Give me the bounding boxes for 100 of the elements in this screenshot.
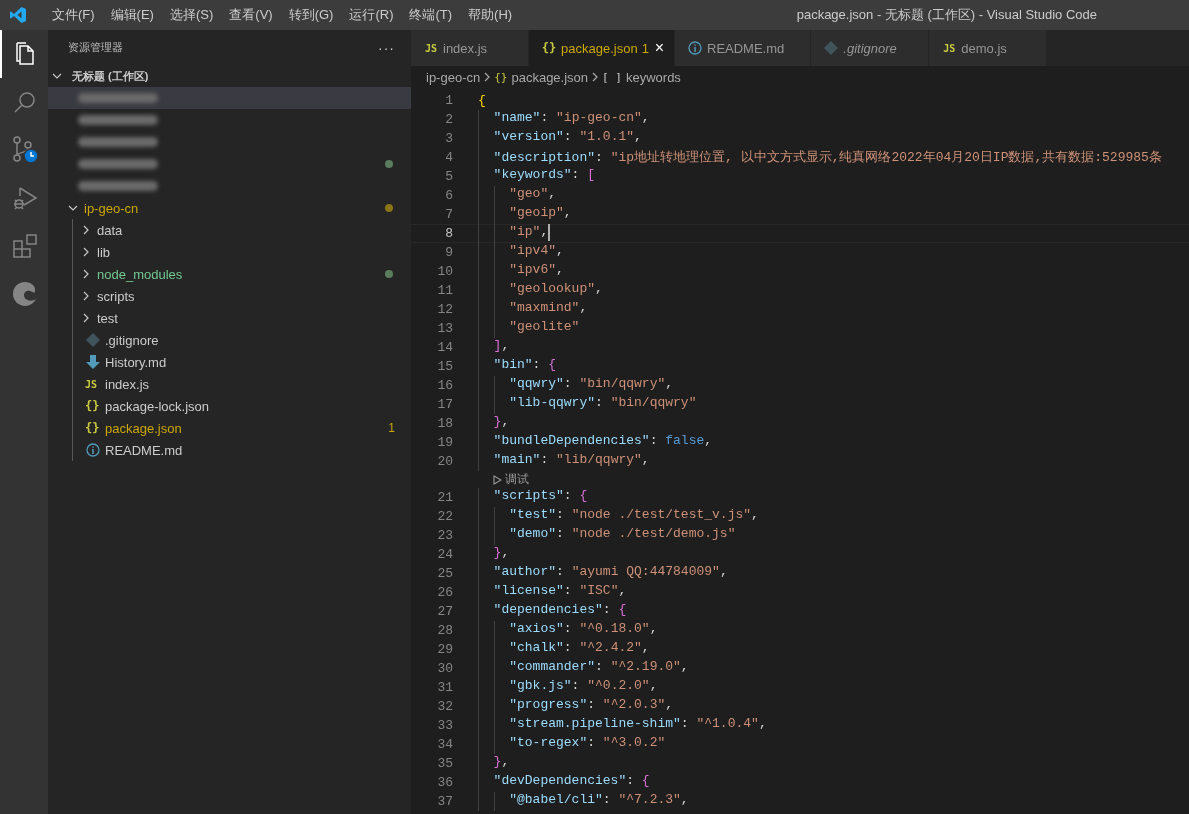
tree-row[interactable]: data <box>73 219 411 241</box>
code-line: "author": "ayumi QQ:44784009", <box>493 564 728 581</box>
line-number: 12 <box>436 302 453 317</box>
json-file-icon: {} <box>541 41 557 55</box>
more-actions-button[interactable]: ··· <box>378 39 395 56</box>
code-line: "license": "ISC", <box>493 583 627 600</box>
line-number: 34 <box>436 737 453 752</box>
line-number: 35 <box>436 756 453 771</box>
line-number: 16 <box>436 378 453 393</box>
js-file-icon: JS <box>85 378 101 390</box>
search-icon <box>13 90 37 114</box>
menu-item[interactable]: 选择(S) <box>161 6 222 24</box>
menu-item[interactable]: 终端(T) <box>401 6 461 24</box>
code-line: "test": "node ./test/test_v.js", <box>509 507 759 524</box>
file-name: History.md <box>105 354 167 370</box>
line-number: 32 <box>436 699 453 714</box>
code-line: "stream.pipeline-shim": "^1.0.4", <box>509 716 767 733</box>
down-arrow-icon <box>86 355 100 369</box>
line-number: 18 <box>436 416 453 431</box>
code-line: "geolite" <box>509 319 580 336</box>
line-number: 20 <box>436 454 453 469</box>
line-number: 8 <box>444 226 453 241</box>
editor-tab[interactable]: {} package.json 1 × <box>529 30 675 66</box>
code-line: "gbk.js": "^0.2.0", <box>509 678 658 695</box>
editor-tab[interactable]: JS index.js <box>411 30 529 66</box>
code-line: "commander": "^2.19.0", <box>509 659 689 676</box>
codelens-link[interactable]: 调试 <box>505 471 529 488</box>
code-line: "geolookup", <box>509 281 603 298</box>
code-line: "scripts": { <box>493 488 588 505</box>
line-number: 17 <box>436 397 453 412</box>
tree-row[interactable]: node_modules <box>73 263 411 285</box>
info-icon <box>86 443 100 457</box>
breadcrumb-item[interactable]: {} package.json <box>494 69 589 85</box>
line-number: 3 <box>444 131 453 146</box>
tree-row[interactable]: JS index.js <box>73 373 411 395</box>
code-line: "geoip", <box>509 205 572 222</box>
line-number: 36 <box>436 775 453 790</box>
js-file-icon: JS <box>941 42 958 54</box>
line-number: 37 <box>436 794 453 809</box>
line-number: 26 <box>436 585 453 600</box>
editor-tab[interactable]: JS demo.js <box>929 30 1048 66</box>
line-number: 10 <box>436 264 453 279</box>
breadcrumb-item[interactable]: ip-geo-cn <box>426 69 481 85</box>
tree-row[interactable]: {} package-lock.json <box>73 395 411 417</box>
file-name: package-lock.json <box>105 398 210 414</box>
tree-row[interactable]: ip-geo-cn <box>48 197 411 219</box>
tree-row[interactable]: lib <box>73 241 411 263</box>
line-number: 1 <box>444 93 453 108</box>
line-number: 5 <box>444 169 453 184</box>
line-number: 30 <box>436 661 453 676</box>
line-number: 2 <box>444 112 453 127</box>
line-number: 19 <box>436 435 453 450</box>
close-icon[interactable]: × <box>654 39 664 57</box>
tree-row[interactable]: History.md <box>73 351 411 373</box>
code-line: "lib-qqwry": "bin/qqwry" <box>509 395 697 412</box>
code-line: "bundleDependencies": false, <box>493 433 713 450</box>
code-line: "axios": "^0.18.0", <box>509 621 658 638</box>
code-line: "geo", <box>509 186 556 203</box>
run-debug-icon <box>12 185 38 211</box>
code-line: "ip", <box>509 224 549 241</box>
folder-name: lib <box>97 244 110 260</box>
edge-icon <box>12 281 38 307</box>
editor-tab[interactable]: README.md <box>675 30 812 66</box>
tree-row[interactable]: test <box>73 307 411 329</box>
folder-name: scripts <box>97 288 135 304</box>
menu-item[interactable]: 查看(V) <box>221 6 281 24</box>
code-line: "main": "lib/qqwry", <box>493 452 650 469</box>
line-number: 11 <box>436 283 453 298</box>
menu-item[interactable]: 运行(R) <box>341 6 402 24</box>
breadcrumb-item[interactable]: [ ] keywords <box>602 69 681 85</box>
tree-row[interactable]: scripts <box>73 285 411 307</box>
editor-tab[interactable]: .gitignore <box>811 30 930 66</box>
menu-item[interactable]: 文件(F) <box>44 6 103 24</box>
file-name: README.md <box>105 442 183 458</box>
menu-item[interactable]: 帮助(H) <box>460 6 521 24</box>
menu-item[interactable]: 编辑(E) <box>102 6 162 24</box>
window-title: package.json - 无标题 (工作区) - Visual Studio Code <box>796 6 1097 24</box>
selected-tree-row[interactable] <box>48 87 411 109</box>
line-number: 25 <box>436 566 453 581</box>
line-number: 14 <box>436 340 453 355</box>
code-line: "chalk": "^2.4.2", <box>509 640 650 657</box>
line-number: 9 <box>444 245 453 260</box>
tree-row[interactable]: {} package.json 1 <box>73 417 411 439</box>
line-number: 28 <box>436 623 453 638</box>
workspace-name[interactable]: 无标题 (工作区) <box>72 68 149 84</box>
code-line: "maxmind", <box>509 300 588 317</box>
tree-row[interactable]: README.md <box>73 439 411 461</box>
code-line: }, <box>493 754 510 771</box>
files-icon <box>13 41 37 67</box>
json-file-icon: {} <box>85 421 101 435</box>
line-number: 6 <box>444 188 453 203</box>
line-number: 31 <box>436 680 453 695</box>
code-line: "devDependencies": { <box>493 773 650 790</box>
code-line: "name": "ip-geo-cn", <box>493 110 650 127</box>
tree-row[interactable]: .gitignore <box>73 329 411 351</box>
code-line: { <box>478 93 486 108</box>
source-control-icon <box>11 136 39 164</box>
menu-item[interactable]: 转到(G) <box>280 6 342 24</box>
code-line: ], <box>493 338 510 355</box>
line-number: 7 <box>444 207 453 222</box>
